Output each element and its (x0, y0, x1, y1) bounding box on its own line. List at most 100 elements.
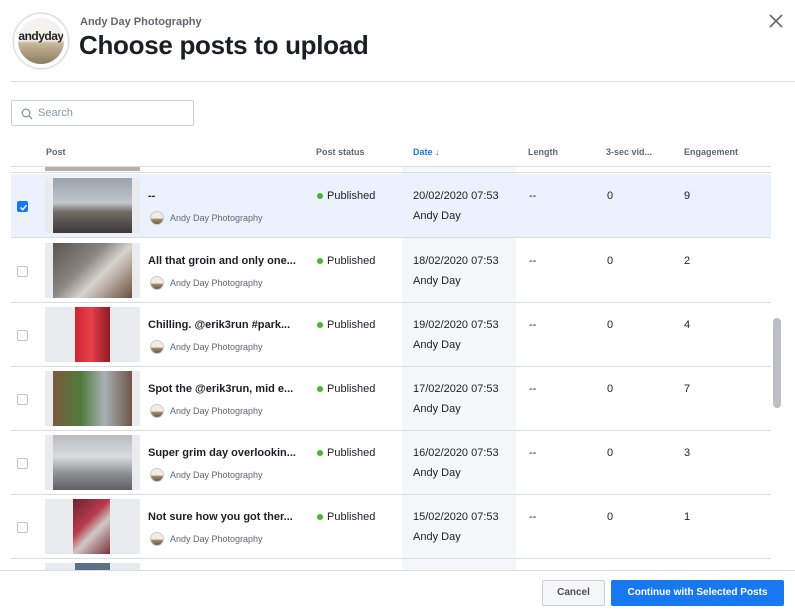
post-title: Not sure how you got ther... (148, 511, 293, 523)
table-row[interactable]: Spot the @erik3run, mid e... Andy Day Ph… (11, 367, 771, 431)
thumbnail-image (53, 243, 132, 298)
post-author: Andy Day Photography (170, 534, 263, 544)
status-dot-icon (317, 450, 323, 456)
search-input[interactable] (38, 104, 188, 122)
post-author: Andy Day Photography (170, 406, 263, 416)
post-3-sec-views: 0 (607, 255, 614, 267)
close-icon[interactable] (766, 11, 786, 31)
status-dot-icon (317, 322, 323, 328)
author-avatar (150, 404, 164, 418)
author-avatar (150, 276, 164, 290)
post-length: -- (529, 511, 537, 523)
post-thumbnail (45, 499, 140, 554)
post-title: Super grim day overlookin... (148, 447, 296, 459)
table-row[interactable]: -- Andy Day Photography Published 20/02/… (11, 174, 771, 238)
post-engagement: 4 (684, 319, 691, 331)
post-author: Andy Day Photography (170, 342, 263, 352)
post-thumbnail (45, 435, 140, 490)
post-status: Published (327, 383, 376, 395)
row-checkbox[interactable] (17, 201, 28, 212)
status-dot-icon (317, 258, 323, 264)
post-engagement: 3 (684, 447, 691, 459)
cancel-button[interactable]: Cancel (542, 580, 605, 606)
post-author: Andy Day Photography (170, 278, 263, 288)
post-date: 18/02/2020 07:53 (413, 255, 499, 267)
thumbnail-image (75, 307, 110, 362)
post-title: -- (148, 190, 156, 202)
post-publisher: Andy Day (413, 403, 461, 415)
table-row-partial-bottom (11, 559, 771, 570)
row-checkbox[interactable] (17, 458, 28, 469)
post-title: Spot the @erik3run, mid e... (148, 383, 294, 395)
page-logo-text: andyday (18, 29, 64, 43)
post-thumbnail (45, 371, 140, 426)
post-3-sec-views: 0 (607, 447, 614, 459)
posts-table: Post Post status Date ↓ Length 3-sec vid… (11, 138, 771, 570)
table-row[interactable]: Not sure how you got ther... Andy Day Ph… (11, 495, 771, 559)
post-title: All that groin and only one... (148, 255, 296, 267)
post-status: Published (327, 190, 376, 202)
author-avatar (150, 468, 164, 482)
row-checkbox[interactable] (17, 266, 28, 277)
status-dot-icon (317, 193, 323, 199)
post-3-sec-views: 0 (607, 511, 614, 523)
thumbnail-image (73, 499, 110, 554)
post-thumbnail (45, 178, 140, 233)
post-length: -- (529, 447, 537, 459)
post-length: -- (529, 190, 537, 202)
post-author: Andy Day Photography (170, 470, 263, 480)
scrollbar-thumb[interactable] (773, 318, 781, 408)
post-date: 20/02/2020 07:53 (413, 190, 499, 202)
row-checkbox[interactable] (17, 522, 28, 533)
table-row[interactable]: All that groin and only one... Andy Day … (11, 239, 771, 303)
page-logo: andyday (18, 18, 64, 64)
author-avatar (150, 532, 164, 546)
post-engagement: 7 (684, 383, 691, 395)
post-publisher: Andy Day (413, 339, 461, 351)
row-checkbox[interactable] (17, 394, 28, 405)
post-engagement: 9 (684, 190, 691, 202)
post-author: Andy Day Photography (170, 213, 263, 223)
post-title: Chilling. @erik3run #park... (148, 319, 291, 331)
post-length: -- (529, 255, 537, 267)
post-status: Published (327, 255, 376, 267)
thumbnail-image (75, 563, 110, 570)
post-publisher: Andy Day (413, 210, 461, 222)
page-avatar: andyday (13, 13, 69, 69)
post-status: Published (327, 511, 376, 523)
post-length: -- (529, 319, 537, 331)
thumbnail-image (53, 178, 132, 233)
search-box[interactable] (11, 100, 194, 126)
post-engagement: 2 (684, 255, 691, 267)
post-publisher: Andy Day (413, 531, 461, 543)
post-date: 17/02/2020 07:53 (413, 383, 499, 395)
page-name: Andy Day Photography (80, 16, 202, 28)
post-3-sec-views: 0 (607, 190, 614, 202)
post-3-sec-views: 0 (607, 383, 614, 395)
thumbnail-image (53, 371, 132, 426)
post-date: 15/02/2020 07:53 (413, 511, 499, 523)
author-avatar (150, 211, 164, 225)
thumbnail-image (53, 435, 132, 490)
status-dot-icon (317, 386, 323, 392)
post-thumbnail (45, 563, 140, 570)
dialog-title: Choose posts to upload (79, 30, 369, 60)
table-row[interactable]: Chilling. @erik3run #park... Andy Day Ph… (11, 303, 771, 367)
post-publisher: Andy Day (413, 275, 461, 287)
post-status: Published (327, 319, 376, 331)
post-date: 19/02/2020 07:53 (413, 319, 499, 331)
row-checkbox[interactable] (17, 330, 28, 341)
post-thumbnail-partial (45, 167, 140, 171)
author-avatar (150, 340, 164, 354)
checkmark-icon (19, 204, 28, 211)
post-publisher: Andy Day (413, 467, 461, 479)
post-3-sec-views: 0 (607, 319, 614, 331)
table-row[interactable]: Super grim day overlookin... Andy Day Ph… (11, 431, 771, 495)
continue-with-selected-posts-button[interactable]: Continue with Selected Posts (611, 580, 784, 606)
header-divider (11, 81, 795, 82)
post-thumbnail (45, 243, 140, 298)
footer-divider (0, 570, 795, 571)
post-date: 16/02/2020 07:53 (413, 447, 499, 459)
search-icon (21, 108, 33, 120)
post-engagement: 1 (684, 511, 691, 523)
